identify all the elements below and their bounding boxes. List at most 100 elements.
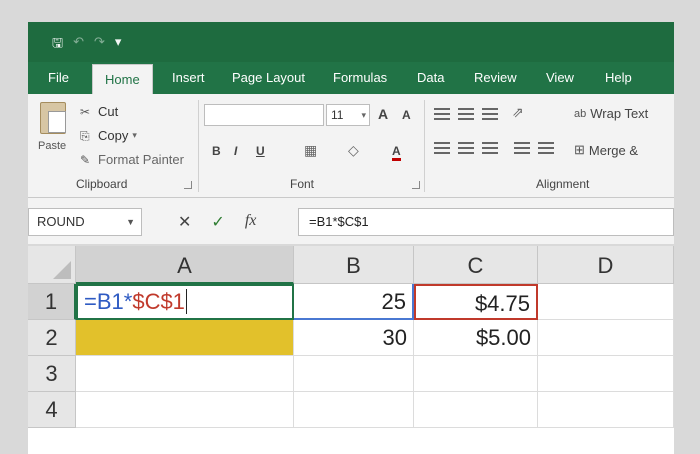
align-left-icon[interactable] xyxy=(434,142,450,154)
cell-b3[interactable] xyxy=(294,356,414,392)
title-bar: 🖫 ↶ ↷ ▾ xyxy=(28,22,674,62)
formula-ref-b1: =B1* xyxy=(84,289,133,314)
cut-button[interactable]: ✂ Cut xyxy=(80,104,118,119)
font-size-value: 11 xyxy=(331,108,344,122)
wrap-text-icon: ab xyxy=(574,107,587,120)
cell-c4[interactable] xyxy=(414,392,538,428)
tab-page-layout[interactable]: Page Layout xyxy=(232,68,305,88)
format-painter-label: Format Painter xyxy=(98,152,184,167)
clipboard-launcher-icon[interactable] xyxy=(184,181,192,189)
row-header-3[interactable]: 3 xyxy=(28,356,76,392)
scissors-icon: ✂ xyxy=(80,104,91,119)
tab-insert[interactable]: Insert xyxy=(172,68,205,88)
column-header-b[interactable]: B xyxy=(294,246,414,284)
spreadsheet-grid: A B C D 1 2 3 4 =B1*$C$1 25 $4.75 30 $5.… xyxy=(28,246,674,454)
clipboard-group-label: Clipboard xyxy=(76,177,128,191)
row-header-4[interactable]: 4 xyxy=(28,392,76,428)
cell-a1[interactable]: =B1*$C$1 xyxy=(76,284,294,320)
paste-icon[interactable] xyxy=(40,102,66,134)
customize-toolbar-icon[interactable]: ▾ xyxy=(115,34,122,56)
wrap-text-label: Wrap Text xyxy=(590,106,649,121)
copy-button[interactable]: ⎘ Copy ▾ xyxy=(80,128,137,143)
cell-d1[interactable] xyxy=(538,284,674,320)
function-icon[interactable]: fx xyxy=(245,212,257,232)
font-color-button[interactable]: A xyxy=(392,144,401,161)
tab-help[interactable]: Help xyxy=(605,68,632,88)
undo-icon[interactable]: ↶ xyxy=(73,34,84,56)
cell-a2[interactable] xyxy=(76,320,294,356)
tab-home[interactable]: Home xyxy=(92,64,153,94)
chevron-down-icon: ▼ xyxy=(126,217,135,227)
align-right-icon[interactable] xyxy=(482,142,498,154)
top-align-icon[interactable] xyxy=(434,108,450,120)
decrease-indent-icon[interactable] xyxy=(514,142,530,154)
font-size-field[interactable]: 11 ▾ xyxy=(326,104,370,126)
font-group-label: Font xyxy=(290,177,315,191)
column-header-a[interactable]: A xyxy=(76,246,294,284)
paste-button[interactable]: Paste xyxy=(38,140,66,152)
cell-d3[interactable] xyxy=(538,356,674,392)
redo-icon[interactable]: ↷ xyxy=(94,34,105,56)
cell-c1[interactable]: $4.75 xyxy=(414,284,538,320)
ribbon-tabs: File Home Insert Page Layout Formulas Da… xyxy=(28,62,674,94)
tab-file[interactable]: File xyxy=(48,68,69,88)
cell-b2[interactable]: 30 xyxy=(294,320,414,356)
row-header-2[interactable]: 2 xyxy=(28,320,76,356)
quick-access-toolbar: 🖫 ↶ ↷ ▾ xyxy=(52,34,121,56)
merge-label: Merge & xyxy=(588,142,639,158)
grow-font-button[interactable]: A xyxy=(378,106,388,122)
borders-icon[interactable]: ▦ xyxy=(304,142,317,159)
cell-c2[interactable]: $5.00 xyxy=(414,320,538,356)
cell-b1[interactable]: 25 xyxy=(294,284,414,320)
row-header-1[interactable]: 1 xyxy=(28,284,76,320)
cell-d4[interactable] xyxy=(538,392,674,428)
cut-label: Cut xyxy=(98,104,119,119)
underline-button[interactable]: U xyxy=(256,144,265,158)
tab-data[interactable]: Data xyxy=(417,68,444,88)
cell-b4[interactable] xyxy=(294,392,414,428)
formula-actions: ✕ ✓ fx xyxy=(178,212,256,232)
orientation-icon[interactable]: ⇗ xyxy=(512,104,524,121)
merge-center-button[interactable]: ⊞ Merge & xyxy=(574,142,638,158)
formula-ref-c1: $C$1 xyxy=(132,289,185,314)
increase-indent-icon[interactable] xyxy=(538,142,554,154)
chevron-down-icon: ▾ xyxy=(361,110,366,120)
fill-color-icon[interactable]: ◇ xyxy=(348,142,359,159)
cell-c3[interactable] xyxy=(414,356,538,392)
bold-button[interactable]: B xyxy=(212,144,221,158)
enter-icon[interactable]: ✓ xyxy=(211,212,224,232)
cell-a4[interactable] xyxy=(76,392,294,428)
divider xyxy=(424,100,425,192)
name-box-value: ROUND xyxy=(37,214,85,229)
align-center-icon[interactable] xyxy=(458,142,474,154)
divider xyxy=(198,100,199,192)
tab-formulas[interactable]: Formulas xyxy=(333,68,387,88)
chevron-down-icon: ▾ xyxy=(132,130,137,140)
text-cursor xyxy=(185,289,187,314)
tab-view[interactable]: View xyxy=(546,68,574,88)
copy-label: Copy xyxy=(98,128,129,143)
name-box[interactable]: ROUND ▼ xyxy=(28,208,142,236)
shrink-font-button[interactable]: A xyxy=(402,108,411,122)
select-all-button[interactable] xyxy=(28,246,76,284)
cell-d2[interactable] xyxy=(538,320,674,356)
column-header-d[interactable]: D xyxy=(538,246,674,284)
font-launcher-icon[interactable] xyxy=(412,181,420,189)
tab-review[interactable]: Review xyxy=(474,68,517,88)
font-name-field[interactable] xyxy=(204,104,324,126)
copy-icon: ⎘ xyxy=(80,128,90,143)
column-header-c[interactable]: C xyxy=(414,246,538,284)
italic-button[interactable]: I xyxy=(234,144,237,158)
middle-align-icon[interactable] xyxy=(458,108,474,120)
save-icon[interactable]: 🖫 xyxy=(52,34,63,56)
merge-icon: ⊞ xyxy=(574,142,585,157)
bottom-align-icon[interactable] xyxy=(482,108,498,120)
formula-input[interactable]: =B1*$C$1 xyxy=(298,208,674,236)
cell-a3[interactable] xyxy=(76,356,294,392)
wrap-text-button[interactable]: ab Wrap Text xyxy=(574,106,648,121)
brush-icon: ✎ xyxy=(80,152,91,167)
alignment-group-label: Alignment xyxy=(536,177,590,191)
cancel-icon[interactable]: ✕ xyxy=(178,212,191,232)
ribbon-home: Paste ✂ Cut ⎘ Copy ▾ ✎ Format Painter Cl… xyxy=(28,94,674,198)
format-painter-button[interactable]: ✎ Format Painter xyxy=(80,152,184,167)
